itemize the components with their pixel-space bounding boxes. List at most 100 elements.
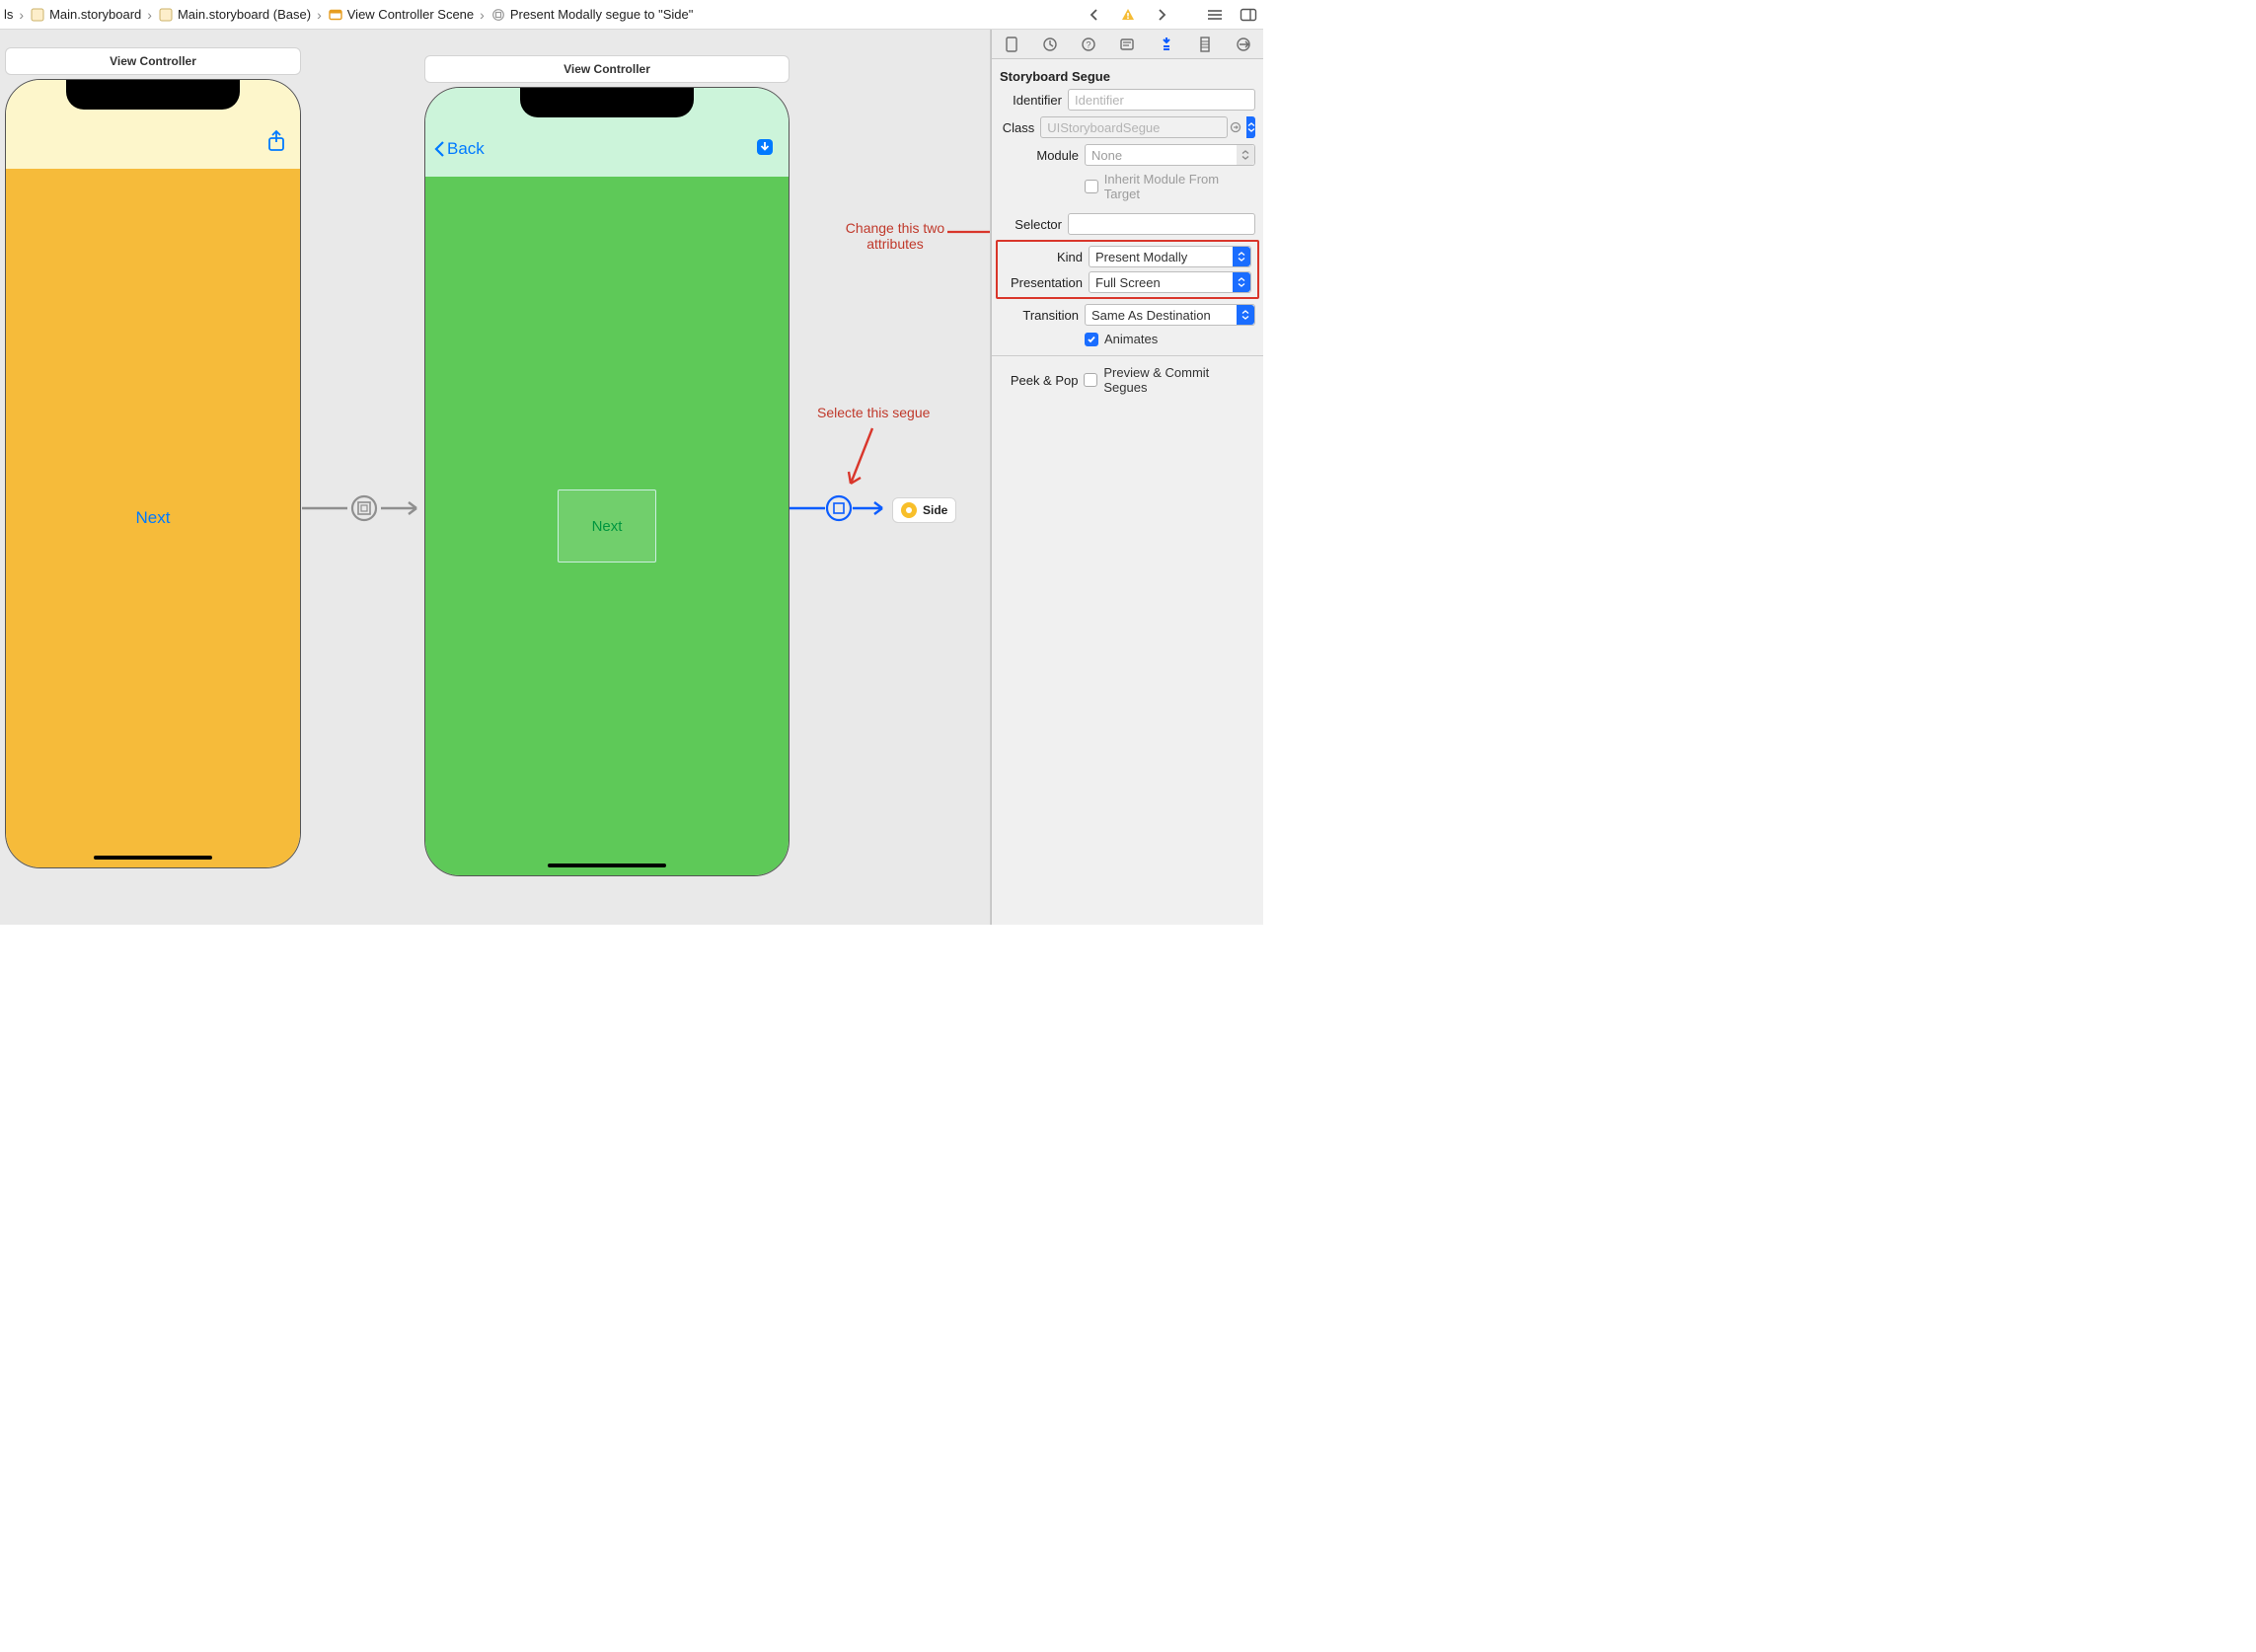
simulated-device-frame: Back Next	[424, 87, 790, 876]
field-label: Kind	[1004, 250, 1083, 264]
checkbox-label: Animates	[1104, 332, 1158, 346]
back-button[interactable]: Back	[433, 139, 485, 159]
download-icon	[755, 137, 775, 157]
file-inspector-tab[interactable]	[1000, 33, 1023, 56]
breadcrumb-text: ls	[4, 7, 13, 22]
connections-inspector-tab[interactable]	[1232, 33, 1255, 56]
editor-path-bar: ls › Main.storyboard › Main.storyboard (…	[0, 0, 1263, 30]
class-jump-icon[interactable]	[1230, 116, 1241, 138]
back-label: Back	[447, 139, 485, 159]
simulated-device-frame: Next	[5, 79, 301, 868]
field-label: Presentation	[1004, 275, 1083, 290]
svg-text:?: ?	[1087, 39, 1091, 49]
nav-back-button[interactable]	[1084, 4, 1105, 26]
next-button[interactable]: Next	[136, 508, 171, 528]
dropdown-value: None	[1091, 148, 1122, 163]
dropdown-value: Same As Destination	[1091, 308, 1211, 323]
checkbox-label: Inherit Module From Target	[1104, 172, 1255, 201]
dropdown-value: Full Screen	[1095, 275, 1161, 290]
scene-title-bar[interactable]: View Controller	[5, 47, 301, 75]
annotation-segue: Selecte this segue	[817, 405, 930, 420]
help-inspector-tab[interactable]: ?	[1077, 33, 1100, 56]
inspector-panel: ? Storyboard Segue Identifier Class	[991, 30, 1263, 925]
field-label: Class	[1000, 120, 1034, 135]
annotation-highlight-box: Kind Present Modally Presentation Full S…	[996, 240, 1259, 299]
segue-icon	[490, 7, 506, 23]
chevron-right-icon: ›	[315, 7, 324, 23]
class-dropdown-button[interactable]	[1246, 116, 1255, 138]
home-indicator	[548, 864, 666, 867]
breadcrumb-item[interactable]: ls	[4, 7, 13, 22]
chevron-right-icon: ›	[145, 7, 154, 23]
download-button[interactable]	[755, 137, 775, 157]
identifier-row: Identifier	[992, 86, 1263, 113]
storyboard-canvas[interactable]: View Controller Next View Controller	[0, 30, 991, 925]
separator	[992, 355, 1263, 356]
content-view: Next	[6, 169, 300, 867]
nav-forward-button[interactable]	[1151, 4, 1172, 26]
breadcrumb-item[interactable]: View Controller Scene	[328, 7, 474, 23]
checkbox-unchecked-icon[interactable]	[1084, 373, 1097, 387]
breadcrumb-text: View Controller Scene	[347, 7, 474, 22]
breadcrumb-item[interactable]: Main.storyboard (Base)	[158, 7, 311, 23]
peek-pop-row: Peek & Pop Preview & Commit Segues	[992, 362, 1263, 398]
breadcrumb-item[interactable]: Present Modally segue to "Side"	[490, 7, 694, 23]
segue-connector-push[interactable]	[302, 495, 426, 521]
size-inspector-tab[interactable]	[1193, 33, 1217, 56]
animates-row[interactable]: Animates	[992, 329, 1263, 349]
chevron-right-icon: ›	[478, 7, 487, 23]
view-controller-icon	[901, 502, 917, 518]
chevron-updown-icon	[1237, 145, 1254, 165]
history-inspector-tab[interactable]	[1038, 33, 1062, 56]
module-dropdown[interactable]: None	[1085, 144, 1255, 166]
device-notch	[66, 80, 240, 110]
scene-view-controller-1[interactable]: View Controller Next	[5, 47, 301, 868]
content-view: Next	[425, 177, 789, 875]
next-button[interactable]: Next	[592, 518, 623, 535]
field-label: Selector	[1000, 217, 1062, 232]
breadcrumb-item[interactable]: Main.storyboard	[30, 7, 141, 23]
field-label: Identifier	[1000, 93, 1062, 108]
presentation-row: Presentation Full Screen	[1000, 269, 1255, 295]
issues-warning-icon[interactable]	[1117, 4, 1139, 26]
assistant-editor-toggle[interactable]	[1238, 4, 1259, 26]
annotation-text: Change this two	[841, 220, 949, 236]
presentation-dropdown[interactable]: Full Screen	[1089, 271, 1251, 293]
class-field[interactable]	[1040, 116, 1228, 138]
editor-toolbar-right	[1084, 0, 1259, 30]
identifier-field[interactable]	[1068, 89, 1255, 111]
annotation-attributes: Change this two attributes	[841, 220, 949, 252]
annotation-arrow-icon	[947, 225, 991, 239]
checkbox-checked-icon[interactable]	[1085, 333, 1098, 346]
field-label: Transition	[1000, 308, 1079, 323]
segue-connector-modal-selected[interactable]	[790, 495, 892, 521]
attributes-inspector-tab[interactable]	[1155, 33, 1178, 56]
container-view[interactable]: Next	[558, 489, 656, 563]
inspector-tab-bar: ?	[992, 30, 1263, 59]
annotation-text: attributes	[841, 236, 949, 252]
section-title: Storyboard Segue	[992, 63, 1263, 86]
chevron-updown-icon	[1233, 247, 1250, 266]
kind-dropdown[interactable]: Present Modally	[1089, 246, 1251, 267]
field-label: Module	[1000, 148, 1079, 163]
inherit-module-row[interactable]: Inherit Module From Target	[992, 169, 1263, 204]
annotation-arrow-icon	[843, 424, 882, 493]
selector-row: Selector	[992, 210, 1263, 238]
breadcrumb: ls › Main.storyboard › Main.storyboard (…	[0, 7, 693, 23]
class-row: Class	[992, 113, 1263, 141]
checkbox-unchecked-icon[interactable]	[1085, 180, 1098, 193]
scene-view-controller-2[interactable]: View Controller Back Next	[424, 55, 790, 876]
scene-reference-side[interactable]: Side	[892, 497, 956, 523]
scene-title-bar[interactable]: View Controller	[424, 55, 790, 83]
share-button[interactable]	[266, 129, 286, 153]
transition-dropdown[interactable]: Same As Destination	[1085, 304, 1255, 326]
annotation-text: Selecte this segue	[817, 405, 930, 420]
kind-row: Kind Present Modally	[1000, 244, 1255, 269]
identity-inspector-tab[interactable]	[1115, 33, 1139, 56]
scene-icon	[328, 7, 343, 23]
home-indicator	[94, 856, 212, 860]
device-notch	[520, 88, 694, 117]
selector-field[interactable]	[1068, 213, 1255, 235]
document-outline-toggle[interactable]	[1204, 4, 1226, 26]
breadcrumb-text: Main.storyboard	[49, 7, 141, 22]
